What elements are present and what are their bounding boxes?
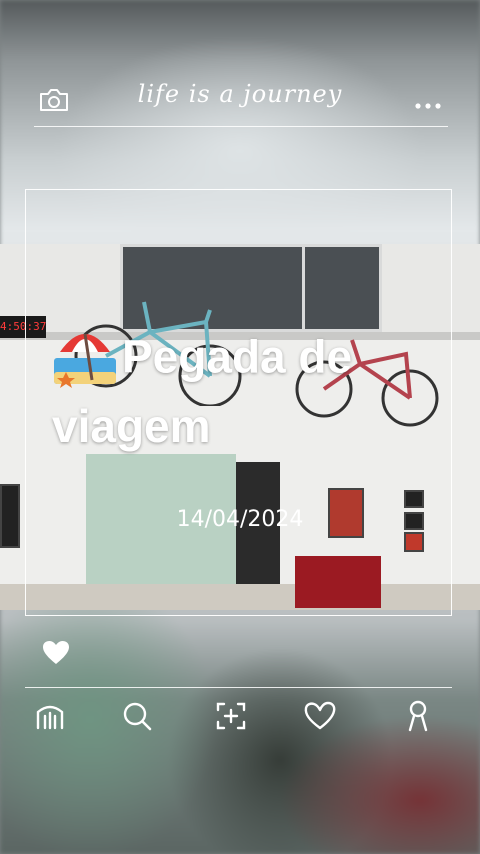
search-icon	[123, 702, 152, 731]
app-title: life is a journey	[137, 80, 343, 108]
profile-icon	[408, 700, 428, 732]
heart-icon[interactable]	[42, 640, 70, 670]
nav-profile[interactable]	[402, 700, 434, 736]
nav-add[interactable]	[215, 700, 247, 736]
nav-likes[interactable]	[303, 700, 337, 736]
header-divider	[34, 126, 448, 127]
like-icon	[304, 701, 336, 730]
nav-home[interactable]	[34, 700, 66, 736]
beach-umbrella-icon	[52, 322, 118, 399]
post-date: 14/04/2024	[176, 507, 304, 532]
more-dots-icon[interactable]	[414, 96, 442, 115]
nav-divider	[25, 687, 452, 688]
nav-search[interactable]	[121, 700, 153, 736]
home-icon	[36, 705, 64, 730]
post-title: Pegada de viagem	[52, 322, 452, 453]
add-post-icon	[216, 702, 246, 730]
